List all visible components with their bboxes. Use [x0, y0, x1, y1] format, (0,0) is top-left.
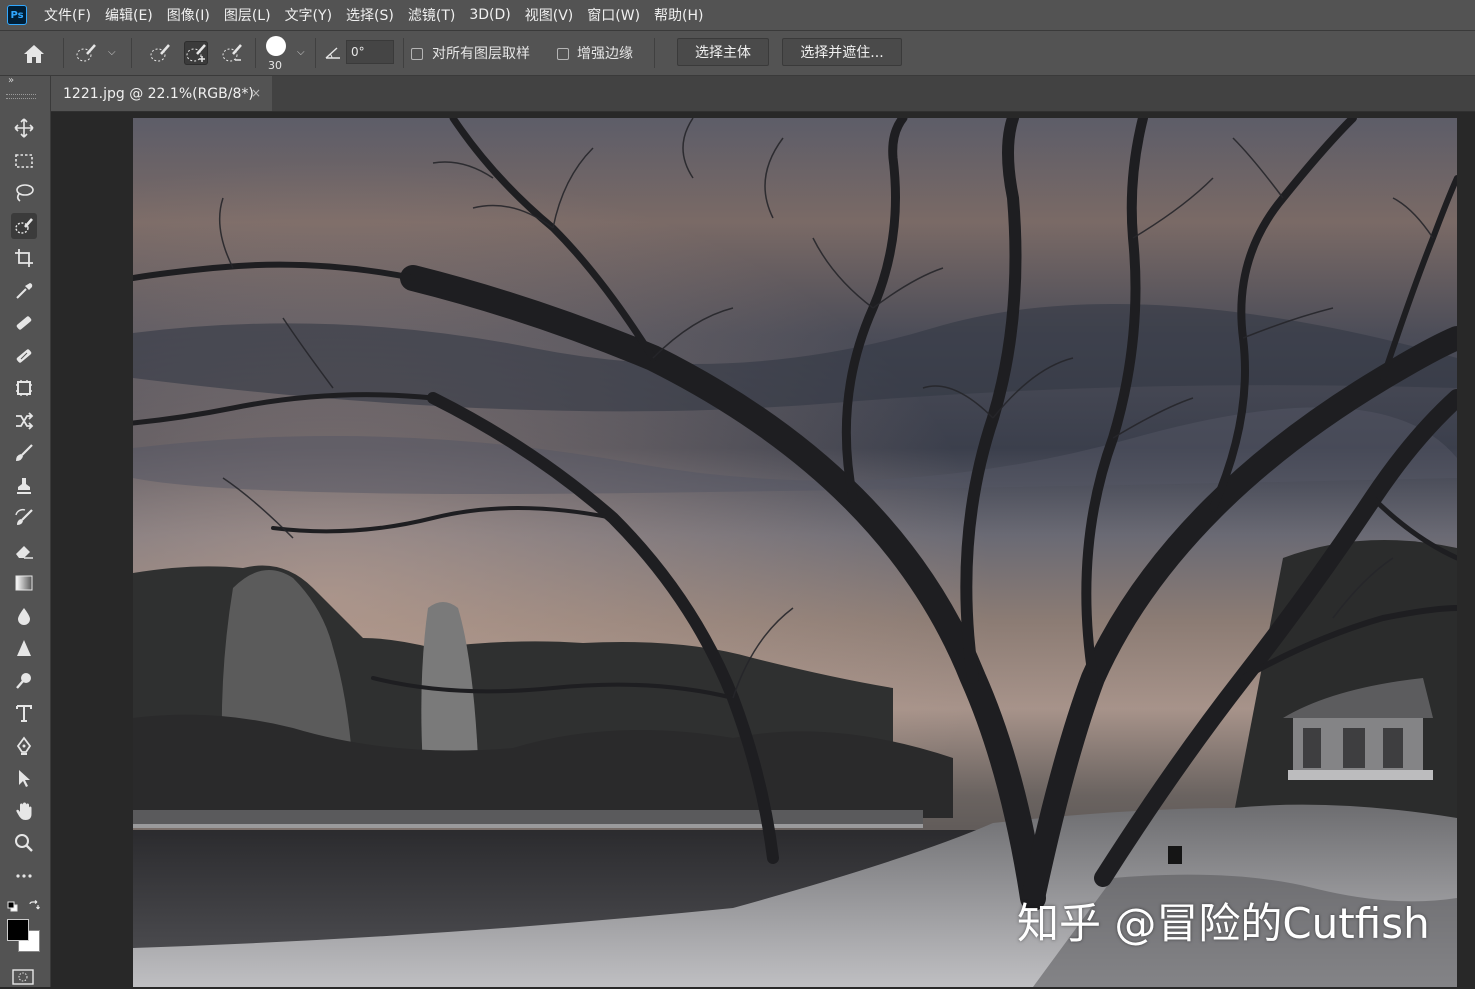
menu-filter[interactable]: 滤镜(T) — [401, 5, 462, 25]
brush-tool[interactable] — [11, 440, 37, 466]
more-icon — [16, 874, 32, 878]
menu-file[interactable]: 文件(F) — [37, 5, 98, 25]
swap-colors-icon[interactable] — [28, 897, 40, 910]
menu-bar: Ps 文件(F) 编辑(E) 图像(I) 图层(L) 文字(Y) 选择(S) 滤… — [0, 0, 1475, 31]
eyedropper-tool[interactable] — [11, 278, 37, 304]
triangle-icon — [17, 640, 31, 656]
stamp-frame-icon — [16, 380, 32, 396]
brush-icon — [16, 444, 33, 461]
menu-type[interactable]: 文字(Y) — [278, 5, 339, 25]
options-separator — [131, 38, 132, 68]
arrow-pointer-icon — [19, 770, 30, 787]
brush-preview-icon[interactable] — [266, 36, 286, 56]
zoom-tool[interactable] — [11, 830, 37, 856]
canvas-photo[interactable] — [133, 118, 1457, 987]
foreground-color-swatch[interactable] — [7, 919, 29, 941]
menu-edit[interactable]: 编辑(E) — [98, 5, 160, 25]
sharpen-tool[interactable] — [11, 635, 37, 661]
options-bar: ⌵ 30 ⌵ 对所有图层取样 增强边缘 选择主体 选择并遮住... — [0, 31, 1475, 76]
shuffle-icon — [16, 412, 34, 430]
type-icon — [16, 705, 32, 722]
tools-panel: » — [0, 75, 51, 987]
home-icon[interactable] — [22, 43, 46, 69]
quick-selection-preset-icon[interactable] — [74, 41, 98, 65]
watermark-text: 知乎 @冒险的Cutfish — [1017, 899, 1430, 948]
default-colors-icon[interactable] — [7, 897, 18, 912]
brush-size: 30 — [268, 59, 282, 72]
sample-all-layers-checkbox[interactable] — [411, 48, 423, 60]
menu-3d[interactable]: 3D(D) — [462, 7, 517, 23]
brush-tool-bandaid[interactable] — [11, 343, 37, 369]
options-separator — [255, 38, 256, 68]
document-tab-strip: 1221.jpg @ 22.1%(RGB/8*) × — [51, 76, 1475, 112]
gradient-icon — [15, 575, 33, 591]
eraser-tool[interactable] — [11, 538, 37, 564]
blur-tool[interactable] — [11, 603, 37, 629]
subtract-from-selection-icon[interactable] — [220, 41, 244, 65]
pen-tool[interactable] — [11, 733, 37, 759]
menu-image[interactable]: 图像(I) — [160, 5, 217, 25]
select-and-mask-button[interactable]: 选择并遮住... — [782, 38, 902, 66]
document-tab-title: 1221.jpg @ 22.1%(RGB/8*) — [63, 85, 254, 102]
content-aware-move-tool[interactable] — [11, 408, 37, 434]
enhance-edge-label: 增强边缘 — [577, 46, 633, 62]
close-icon[interactable]: × — [251, 86, 261, 100]
document-tab[interactable]: 1221.jpg @ 22.1%(RGB/8*) × — [51, 76, 272, 111]
eraser-icon — [16, 546, 33, 559]
stamp-icon — [17, 478, 31, 494]
healing-brush-icon — [16, 316, 32, 330]
angle-field[interactable] — [346, 40, 394, 64]
rectangular-marquee-tool[interactable] — [11, 148, 37, 174]
panel-grip[interactable] — [6, 94, 36, 99]
menu-layer[interactable]: 图层(L) — [217, 5, 278, 25]
crop-tool[interactable] — [11, 245, 37, 271]
quick-selection-tool[interactable] — [11, 213, 37, 239]
marquee-icon — [15, 154, 33, 168]
gradient-tool[interactable] — [11, 570, 37, 596]
lasso-icon — [16, 184, 34, 202]
hand-icon — [16, 802, 32, 820]
chevron-down-icon[interactable]: ⌵ — [297, 47, 305, 58]
quick-mask-icon[interactable] — [12, 969, 34, 985]
type-tool[interactable] — [11, 700, 37, 726]
dodge-icon — [16, 673, 31, 689]
crop-icon — [15, 249, 33, 267]
add-to-selection-icon[interactable] — [184, 41, 208, 65]
dodge-tool[interactable] — [11, 668, 37, 694]
options-separator — [63, 38, 64, 68]
options-separator — [654, 38, 655, 68]
options-separator — [315, 38, 316, 68]
angle-icon — [324, 45, 342, 64]
hand-tool[interactable] — [11, 798, 37, 824]
more-tools[interactable] — [11, 863, 37, 889]
lasso-tool[interactable] — [11, 180, 37, 206]
menu-help[interactable]: 帮助(H) — [647, 5, 710, 25]
enhance-edge-checkbox[interactable] — [557, 48, 569, 60]
quick-selection-icon — [15, 218, 33, 234]
spot-healing-brush-tool[interactable] — [11, 310, 37, 336]
menu-select[interactable]: 选择(S) — [339, 5, 401, 25]
history-brush-tool[interactable] — [11, 505, 37, 531]
pen-icon — [16, 736, 32, 755]
history-brush-icon — [15, 508, 33, 525]
options-separator — [403, 38, 404, 68]
document-workspace: 知乎 @冒险的Cutfish — [51, 112, 1475, 987]
photoshop-logo: Ps — [7, 5, 27, 25]
bandaid-icon — [16, 349, 32, 363]
clone-stamp-tool[interactable] — [11, 473, 37, 499]
select-subject-button[interactable]: 选择主体 — [677, 38, 769, 66]
path-selection-tool[interactable] — [11, 765, 37, 791]
eyedropper-icon — [16, 283, 33, 299]
drop-icon — [18, 608, 30, 625]
menu-view[interactable]: 视图(V) — [518, 5, 581, 25]
new-selection-icon[interactable] — [148, 41, 172, 65]
frame-tool[interactable] — [11, 375, 37, 401]
move-tool[interactable] — [11, 115, 37, 141]
zoom-icon — [15, 834, 33, 852]
chevron-down-icon[interactable]: ⌵ — [108, 47, 116, 58]
menu-window[interactable]: 窗口(W) — [580, 5, 647, 25]
move-icon — [14, 118, 34, 138]
sample-all-layers-label: 对所有图层取样 — [432, 46, 530, 62]
collapse-panel-icon[interactable]: » — [8, 75, 14, 86]
